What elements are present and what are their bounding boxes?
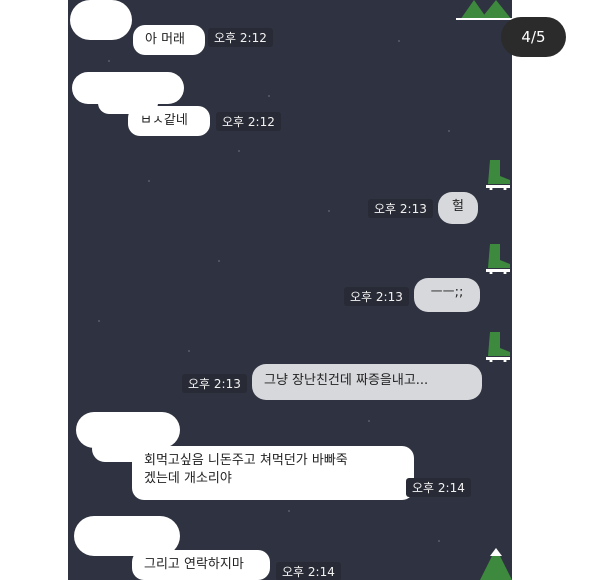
green-boot-sticker-icon [486,244,510,274]
message-time: 오후 2:12 [216,112,281,131]
snow-dot [148,180,150,182]
snow-dot [218,260,220,262]
message-time: 오후 2:13 [182,374,247,393]
message-bubble[interactable]: 회먹고싶음 니돈주고 쳐먹던가 바빠죽 겠는데 개소리야 [132,446,414,500]
snow-dot [238,150,240,152]
pine-tree-icon [456,0,512,20]
snow-dot [188,350,190,352]
message-bubble[interactable]: 아 머래 [133,25,205,55]
chat-window: 아 머래 오후 2:12 ㅂㅅ같네 오후 2:12 오후 2:13 헐 오후 2… [68,0,512,580]
message-time: 오후 2:13 [344,287,409,306]
message-time: 오후 2:14 [406,478,471,497]
message-bubble[interactable]: 그리고 연락하지마 [132,550,270,580]
message-bubble[interactable]: 그냥 장난친건데 짜증을내고... [252,364,482,400]
page-indicator: 4/5 [501,17,566,57]
snow-dot [368,420,370,422]
snow-dot [398,40,400,42]
snow-dot [98,320,100,322]
message-bubble[interactable]: ㅡㅡ;; [414,278,480,312]
snow-dot [288,510,290,512]
snow-dot [108,60,110,62]
message-time: 오후 2:12 [208,28,273,47]
message-time: 오후 2:13 [368,199,433,218]
snow-dot [448,130,450,132]
avatar[interactable] [70,0,132,40]
message-time: 오후 2:14 [276,562,341,580]
green-boot-sticker-icon [486,332,510,362]
snow-dot [438,540,440,542]
message-bubble[interactable]: ㅂㅅ같네 [128,106,210,136]
green-boot-sticker-icon [486,160,510,190]
message-bubble[interactable]: 헐 [438,192,478,224]
pine-tree-icon [480,548,512,580]
snow-dot [328,210,330,212]
snow-dot [268,95,270,97]
